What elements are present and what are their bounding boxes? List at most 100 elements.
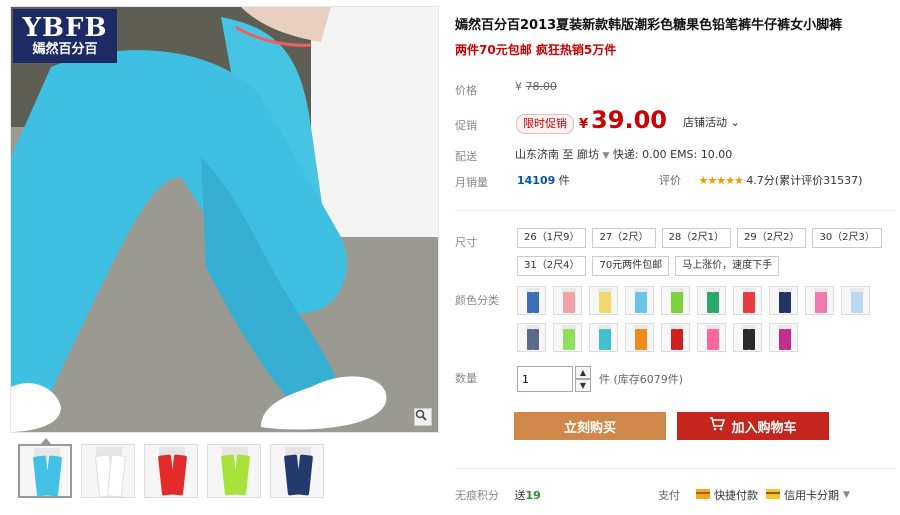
size-option[interactable]: 27（2尺）: [592, 228, 656, 248]
cart-icon: [709, 417, 726, 435]
color-swatch[interactable]: [769, 323, 798, 352]
points-prefix: 送: [514, 489, 526, 502]
color-swatch[interactable]: [517, 286, 546, 315]
monthly-sales-label: 月销量: [455, 176, 488, 189]
rating-block[interactable]: 评价 ★★★★★ 4.7分(累计评价31537): [659, 172, 862, 188]
store-activity-dropdown[interactable]: 店铺活动 ⌄: [683, 114, 740, 130]
brand-logo-text: YBFB: [22, 13, 108, 43]
color-swatch[interactable]: [625, 323, 654, 352]
color-swatch[interactable]: [589, 323, 618, 352]
store-activity-label: 店铺活动: [683, 116, 727, 129]
color-swatch[interactable]: [841, 286, 870, 315]
points-number: 19: [525, 489, 541, 502]
list-price-value: 78.00: [525, 80, 558, 93]
monthly-sales-count: 14109: [517, 174, 556, 187]
chevron-down-icon: ⌄: [730, 116, 740, 129]
product-title: 嫣然百分百2013夏装新款韩版潮彩色糖果色铅笔裤牛仔裤女小脚裤: [455, 18, 843, 33]
delivery-to-word: 至: [562, 148, 574, 161]
caret-down-icon: ▼: [843, 490, 850, 500]
color-swatch[interactable]: [517, 323, 546, 352]
quantity-increase-button[interactable]: ▲: [575, 366, 591, 379]
size-option[interactable]: 28（2尺1）: [661, 228, 731, 248]
promo-label: 促销: [455, 119, 477, 132]
payment-methods: 支付 快捷付款 信用卡分期 ▼: [658, 487, 850, 503]
delivery-to: 廊坊: [577, 148, 599, 161]
size-option[interactable]: 70元两件包邮: [592, 256, 670, 276]
quantity-input[interactable]: [517, 366, 573, 392]
color-swatch[interactable]: [769, 286, 798, 315]
quantity-decrease-button[interactable]: ▼: [575, 379, 591, 392]
zoom-button[interactable]: [414, 408, 432, 426]
color-swatch[interactable]: [625, 286, 654, 315]
thumbnail-3[interactable]: [144, 444, 198, 498]
monthly-sales: 14109 件: [517, 172, 570, 188]
size-option[interactable]: 马上涨价，速度下手: [675, 256, 780, 276]
color-swatch[interactable]: [733, 323, 762, 352]
color-swatches: [517, 286, 897, 352]
color-swatch[interactable]: [697, 323, 726, 352]
rating-text: 4.7分(累计评价31537): [746, 174, 863, 187]
stock-info: 件 (库存6079件): [599, 373, 684, 386]
color-swatch[interactable]: [805, 286, 834, 315]
delivery-label: 配送: [455, 150, 477, 163]
payment-label: 支付: [658, 489, 680, 502]
color-label: 颜色分类: [455, 294, 499, 307]
color-swatch[interactable]: [661, 323, 690, 352]
thumbnail-5[interactable]: [270, 444, 324, 498]
product-info-panel: 嫣然百分百2013夏装新款韩版潮彩色糖果色铅笔裤牛仔裤女小脚裤 两件70元包邮 …: [455, 0, 895, 515]
product-photo-illustration: [11, 7, 438, 432]
delivery-fee: 快递: 0.00 EMS: 10.00: [612, 148, 733, 161]
promo-badge: 限时促销: [516, 114, 574, 134]
brand-logo: YBFB 嫣然百分百: [13, 9, 117, 63]
list-currency: ¥: [515, 80, 522, 93]
list-price: ¥ 78.00: [515, 80, 557, 93]
color-swatch[interactable]: [733, 286, 762, 315]
buy-now-button[interactable]: 立刻购买: [514, 412, 666, 440]
caret-down-icon: ▼: [602, 151, 610, 161]
active-thumb-arrow-icon: [40, 438, 52, 445]
product-gallery: YBFB 嫣然百分百: [10, 6, 440, 511]
quick-pay-option[interactable]: 快捷付款: [696, 487, 758, 503]
chevron-up-icon: ▲: [579, 368, 587, 377]
product-subtitle: 两件70元包邮 疯狂热销5万件: [455, 43, 617, 57]
points-value: 送19: [515, 489, 541, 502]
footer-divider: [455, 468, 895, 469]
credit-installment-label: 信用卡分期: [784, 489, 839, 502]
thumbnail-1[interactable]: [18, 438, 72, 498]
color-swatch[interactable]: [589, 286, 618, 315]
delivery-destination-dropdown[interactable]: 廊坊 ▼: [577, 148, 613, 161]
size-label: 尺寸: [455, 236, 477, 249]
color-swatch[interactable]: [553, 323, 582, 352]
size-option[interactable]: 31（2尺4）: [517, 256, 587, 276]
thumbnail-strip: [18, 438, 324, 498]
size-option[interactable]: 29（2尺2）: [737, 228, 807, 248]
price-currency: ¥: [579, 117, 589, 132]
points-info: 无痕积分 送19: [455, 487, 541, 503]
thumbnail-4[interactable]: [207, 444, 261, 498]
rating-label: 评价: [659, 174, 681, 187]
points-label: 无痕积分: [455, 489, 499, 502]
size-option[interactable]: 30（2尺3）: [812, 228, 882, 248]
add-to-cart-button[interactable]: 加入购物车: [677, 412, 829, 440]
list-price-label: 价格: [455, 84, 477, 97]
star-rating-icon: ★★★★★: [698, 174, 744, 187]
color-swatch[interactable]: [553, 286, 582, 315]
quick-pay-icon: [696, 488, 710, 503]
credit-card-icon: [766, 488, 780, 503]
section-divider: [455, 210, 895, 211]
credit-installment-option[interactable]: 信用卡分期 ▼: [766, 487, 850, 503]
brand-logo-subtext: 嫣然百分百: [32, 42, 98, 57]
size-options: 26（1尺9） 27（2尺） 28（2尺1） 29（2尺2） 30（2尺3） 31（2尺4…: [517, 228, 897, 284]
color-swatch[interactable]: [661, 286, 690, 315]
quantity-label: 数量: [455, 372, 477, 385]
price-value: 39.00: [591, 106, 667, 134]
main-product-image[interactable]: YBFB 嫣然百分百: [10, 6, 439, 433]
color-swatch[interactable]: [697, 286, 726, 315]
add-to-cart-label: 加入购物车: [731, 420, 797, 436]
thumbnail-2[interactable]: [81, 444, 135, 498]
monthly-sales-unit: 件: [558, 174, 570, 187]
size-option[interactable]: 26（1尺9）: [517, 228, 587, 248]
delivery-info: 山东济南 至 廊坊 ▼ 快递: 0.00 EMS: 10.00: [515, 146, 732, 162]
delivery-from: 山东济南: [515, 148, 559, 161]
sale-price: ¥39.00: [579, 106, 667, 134]
